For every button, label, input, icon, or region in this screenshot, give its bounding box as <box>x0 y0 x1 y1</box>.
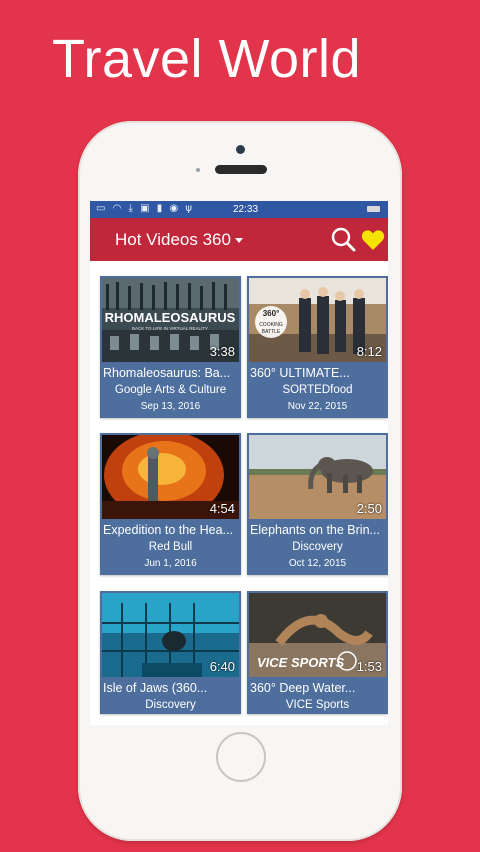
video-title[interactable]: Elephants on the Brin... <box>247 519 388 539</box>
svg-text:BATTLE: BATTLE <box>262 329 281 335</box>
heart-icon[interactable] <box>361 229 385 251</box>
video-title[interactable]: Expedition to the Hea... <box>100 519 241 539</box>
video-channel: Red Bull <box>148 541 193 553</box>
front-camera <box>236 145 245 154</box>
video-channel: VICE Sports <box>285 699 350 711</box>
video-thumbnail[interactable]: RHOMALEOSAURUS BACK TO LIFE IN VIRTUAL R… <box>102 278 239 362</box>
video-date: Sep 13, 2016 <box>140 401 201 412</box>
promo-headline: Travel World <box>52 29 362 89</box>
video-date: Jun 1, 2016 <box>144 558 197 569</box>
video-title[interactable]: Rhomaleosaurus: Ba... <box>100 362 241 382</box>
status-bar: ▭ ◠ ⤓ ▣ ▮ ◉ ψ 22:33 <box>90 201 388 218</box>
video-duration: 3:38 <box>209 344 235 359</box>
search-icon[interactable] <box>330 226 356 252</box>
phone-frame: ▭ ◠ ⤓ ▣ ▮ ◉ ψ 22:33 Hot Videos 360 RHOMA… <box>78 121 402 841</box>
video-card[interactable]: 2:50 Elephants on the Brin... Discovery … <box>247 433 388 575</box>
video-card[interactable]: 6:40 Isle of Jaws (360... Discovery <box>100 591 241 714</box>
video-duration: 8:12 <box>356 344 382 359</box>
app-bar: Hot Videos 360 <box>90 218 388 261</box>
caret-down-icon[interactable] <box>235 238 243 243</box>
video-thumbnail[interactable]: 6:40 <box>102 593 239 677</box>
video-thumbnail[interactable]: 360° COOKING BATTLE 8:12 <box>249 278 386 362</box>
svg-text:360°: 360° <box>263 309 280 318</box>
video-duration: 6:40 <box>209 659 235 674</box>
video-channel: SORTEDfood <box>282 384 353 396</box>
video-title[interactable]: Isle of Jaws (360... <box>100 677 241 697</box>
video-date: Nov 22, 2015 <box>287 401 348 412</box>
video-grid: RHOMALEOSAURUS BACK TO LIFE IN VIRTUAL R… <box>90 261 388 725</box>
thumbnail-caption: VICE SPORTS <box>257 655 345 670</box>
video-duration: 4:54 <box>209 501 235 516</box>
video-duration: 1:53 <box>356 659 382 674</box>
app-title-dropdown[interactable]: Hot Videos 360 <box>115 230 231 250</box>
video-channel: Discovery <box>145 699 196 711</box>
video-channel: Discovery <box>292 541 343 553</box>
phone-screen: ▭ ◠ ⤓ ▣ ▮ ◉ ψ 22:33 Hot Videos 360 RHOMA… <box>90 201 388 725</box>
status-icons: ▭ ◠ ⤓ ▣ ▮ ◉ ψ <box>96 203 194 214</box>
video-thumbnail[interactable]: VICE SPORTS 1:53 <box>249 593 386 677</box>
video-channel: Google Arts & Culture <box>114 384 227 396</box>
video-thumbnail[interactable]: 2:50 <box>249 435 386 519</box>
battery-icon <box>367 206 380 212</box>
thumbnail-caption: RHOMALEOSAURUS <box>105 310 236 325</box>
video-date: Oct 12, 2015 <box>288 558 347 569</box>
earpiece-speaker <box>215 165 267 174</box>
video-duration: 2:50 <box>356 501 382 516</box>
svg-text:COOKING: COOKING <box>259 322 283 328</box>
video-thumbnail[interactable]: 4:54 <box>102 435 239 519</box>
video-card[interactable]: VICE SPORTS 1:53 360° Deep Water... VICE… <box>247 591 388 714</box>
video-card[interactable]: 360° COOKING BATTLE 8:12 360° ULTIMATE..… <box>247 276 388 418</box>
video-card[interactable]: 4:54 Expedition to the Hea... Red Bull J… <box>100 433 241 575</box>
home-button[interactable] <box>216 732 266 782</box>
video-title[interactable]: 360° Deep Water... <box>247 677 388 697</box>
proximity-sensor <box>196 168 200 172</box>
status-time: 22:33 <box>233 204 259 215</box>
video-title[interactable]: 360° ULTIMATE... <box>247 362 388 382</box>
thumbnail-subcaption: BACK TO LIFE IN VIRTUAL REALITY <box>132 326 208 331</box>
video-card[interactable]: RHOMALEOSAURUS BACK TO LIFE IN VIRTUAL R… <box>100 276 241 418</box>
